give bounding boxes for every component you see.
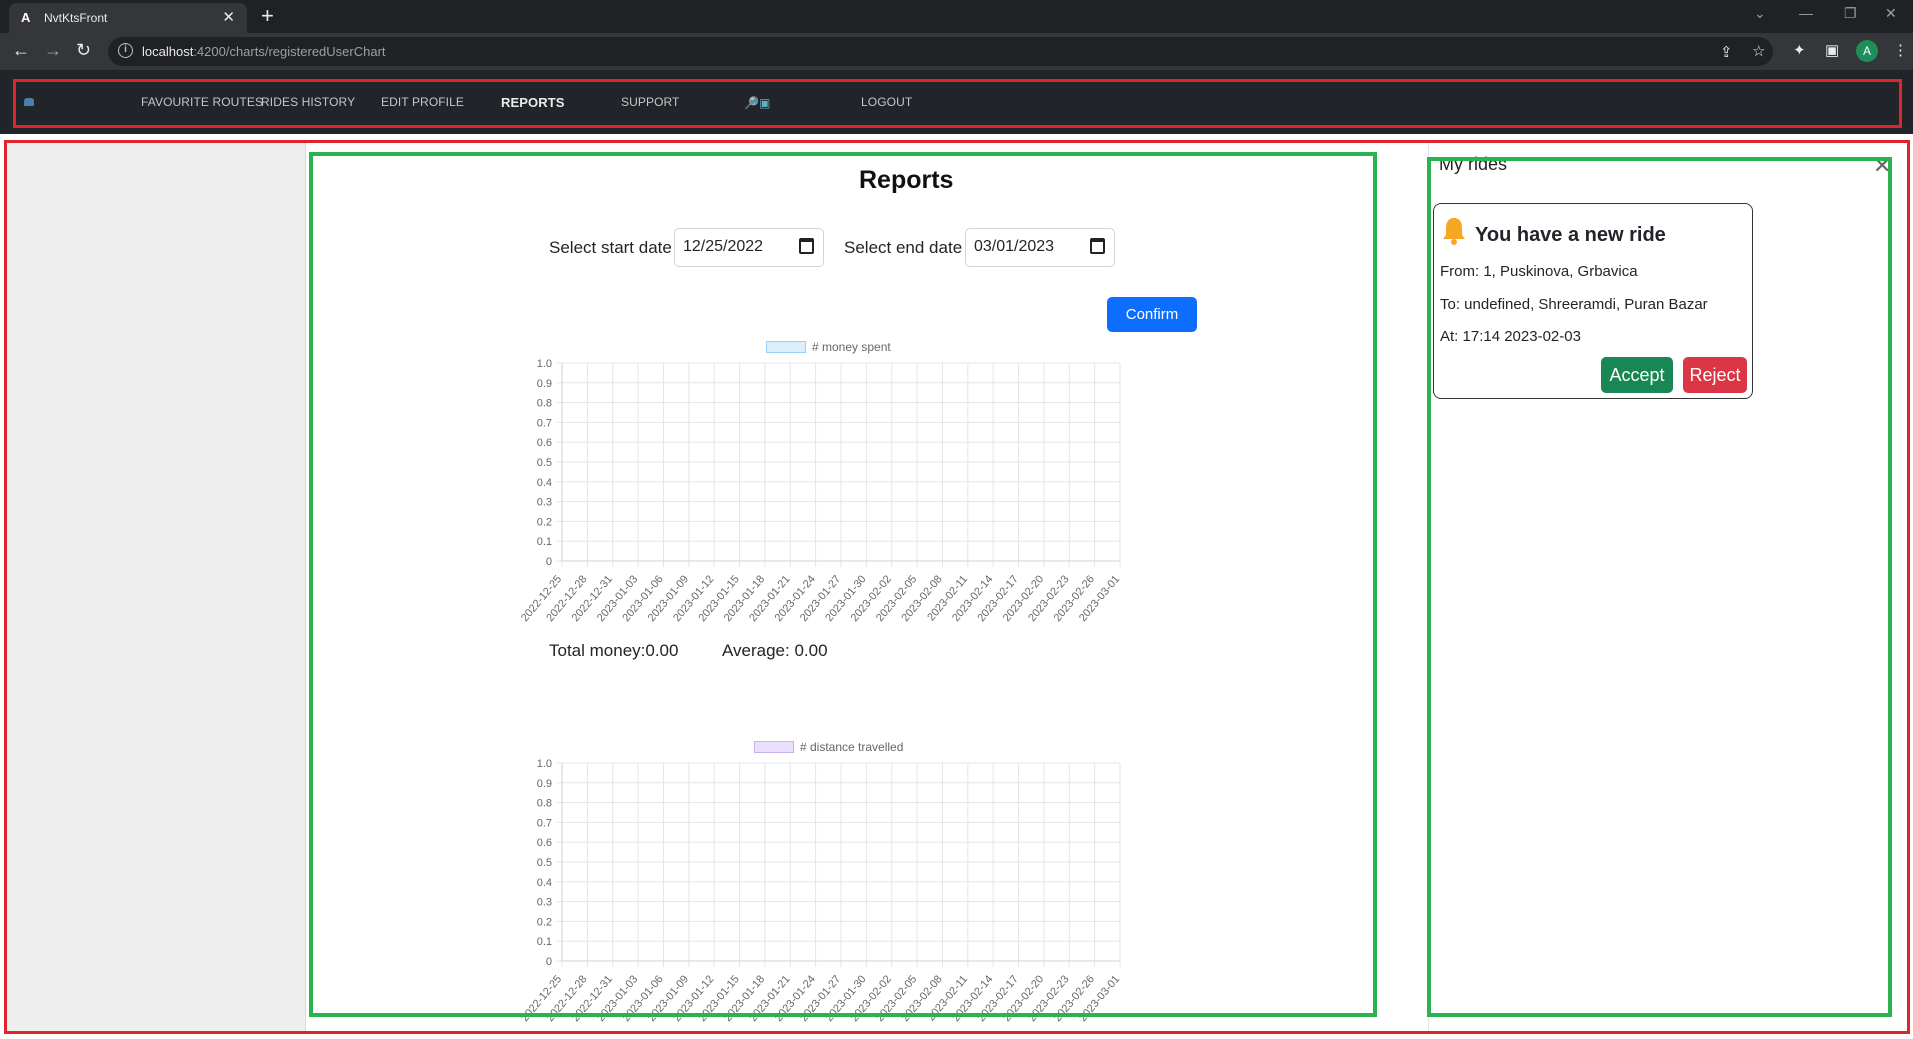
- extensions-icon[interactable]: ✦: [1793, 41, 1806, 59]
- menu-icon[interactable]: ⋮: [1893, 41, 1908, 59]
- highlight-box-reports: [309, 152, 1377, 1017]
- browser-toolbar: ← → ↻ i localhost:4200/charts/registered…: [0, 33, 1913, 70]
- back-icon[interactable]: ←: [12, 40, 30, 60]
- info-icon[interactable]: i: [118, 43, 133, 58]
- highlight-box-rides: [1427, 157, 1892, 1017]
- star-icon[interactable]: ☆: [1752, 42, 1765, 60]
- avatar[interactable]: A: [1856, 40, 1878, 62]
- forward-icon[interactable]: →: [44, 40, 62, 60]
- reload-icon[interactable]: ↻: [76, 40, 91, 60]
- restore-icon[interactable]: ❐: [1844, 5, 1857, 22]
- close-icon[interactable]: ✕: [222, 8, 235, 26]
- highlight-box-navbar: [13, 79, 1902, 128]
- angular-icon: A: [21, 10, 31, 25]
- address-bar[interactable]: i localhost:4200/charts/registeredUserCh…: [108, 37, 1773, 66]
- url-text: localhost:4200/charts/registeredUserChar…: [142, 44, 386, 59]
- chevron-down-icon[interactable]: ⌄: [1754, 5, 1766, 22]
- new-tab-icon[interactable]: +: [261, 5, 274, 27]
- browser-tab[interactable]: A NvtKtsFront ✕: [9, 3, 247, 33]
- minimize-icon[interactable]: —: [1799, 5, 1813, 21]
- browser-tabbar: A NvtKtsFront ✕ + ⌄ — ❐ ✕: [0, 0, 1913, 33]
- share-icon[interactable]: ⇪: [1720, 43, 1733, 61]
- sidepanel-icon[interactable]: ▣: [1825, 41, 1839, 59]
- tab-title: NvtKtsFront: [44, 11, 108, 25]
- window-close-icon[interactable]: ✕: [1885, 5, 1897, 22]
